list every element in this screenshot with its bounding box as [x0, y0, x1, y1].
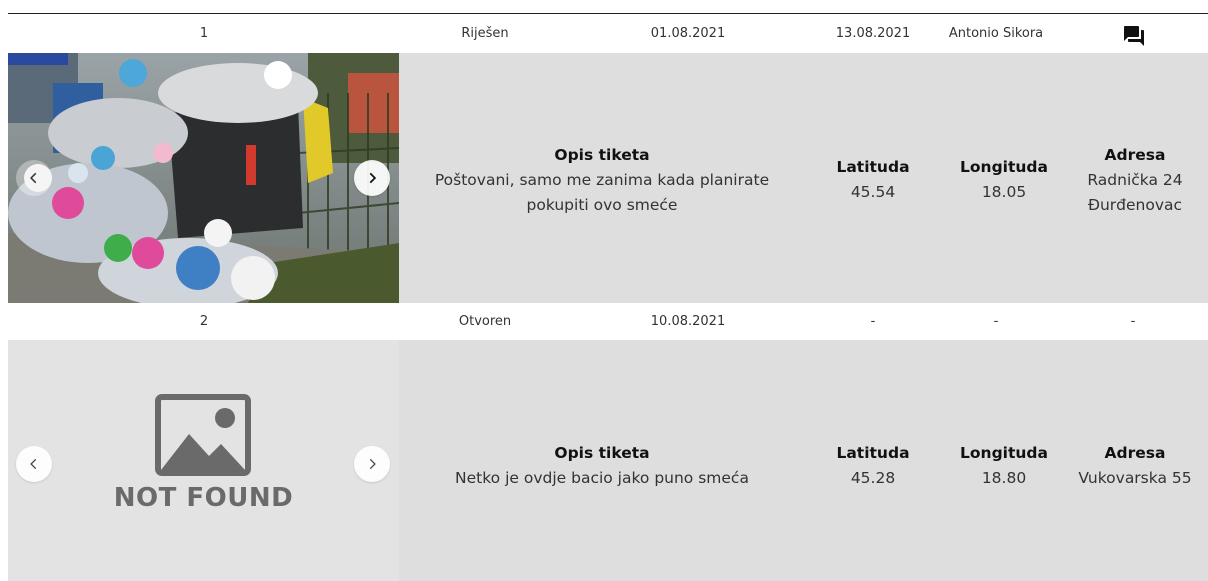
- longitude-section: Longituda 18.80: [944, 441, 1064, 491]
- image-carousel: [8, 53, 399, 303]
- description-text: Poštovani, samo me zanima kada planirate…: [434, 171, 770, 214]
- latitude-value: 45.28: [850, 469, 896, 487]
- latitude-value: 45.54: [850, 183, 896, 201]
- address-label: Adresa: [1104, 146, 1166, 164]
- address-line: Radnička 24: [1087, 171, 1183, 189]
- ticket-status: Otvoren: [458, 314, 512, 329]
- address-label: Adresa: [1104, 444, 1166, 462]
- longitude-label: Longituda: [960, 158, 1048, 176]
- chevron-right-icon: [369, 172, 377, 184]
- ticket-id: 1: [199, 26, 209, 41]
- carousel-prev-button[interactable]: [16, 160, 52, 196]
- description-label: Opis tiketa: [554, 444, 650, 462]
- chevron-left-icon: [30, 458, 37, 470]
- address-section: Adresa Vukovarska 55: [1075, 441, 1195, 491]
- image-placeholder-icon: [155, 394, 251, 476]
- ticket-assignee: Antonio Sikora: [948, 26, 1044, 41]
- latitude-section: Latituda 45.54: [823, 155, 923, 205]
- ticket-resolved-date: -: [870, 314, 876, 329]
- address-line: Vukovarska 55: [1078, 469, 1192, 487]
- chat-bubbles-icon[interactable]: [1122, 24, 1146, 48]
- ticket-detail: Opis tiketa Poštovani, samo me zanima ka…: [8, 53, 1208, 303]
- ticket-photo: [8, 53, 399, 303]
- chevron-left-icon: [30, 172, 37, 184]
- table-row[interactable]: 1 Riješen 01.08.2021 13.08.2021 Antonio …: [8, 14, 1208, 53]
- latitude-label: Latituda: [836, 158, 910, 176]
- description-label: Opis tiketa: [554, 146, 650, 164]
- latitude-label: Latituda: [836, 444, 910, 462]
- chevron-right-icon: [369, 458, 376, 470]
- carousel-prev-button[interactable]: [16, 446, 52, 482]
- image-carousel: NOT FOUND: [8, 340, 399, 581]
- ticket-status: Riješen: [461, 26, 509, 41]
- ticket-info-panel: Opis tiketa Netko je ovdje bacio jako pu…: [399, 340, 1208, 581]
- table-row[interactable]: 2 Otvoren 10.08.2021 - - -: [8, 303, 1208, 340]
- address-section: Adresa Radnička 24 Đurđenovac: [1075, 143, 1195, 218]
- description-section: Opis tiketa Netko je ovdje bacio jako pu…: [405, 441, 799, 491]
- carousel-next-button[interactable]: [354, 160, 390, 196]
- longitude-value: 18.05: [981, 183, 1027, 201]
- ticket-created-date: 01.08.2021: [650, 26, 726, 41]
- longitude-value: 18.80: [981, 469, 1027, 487]
- address-city: Đurđenovac: [1087, 196, 1183, 214]
- carousel-next-button[interactable]: [354, 446, 390, 482]
- ticket-detail: NOT FOUND Opis tiketa Netko je ovdje bac…: [8, 340, 1208, 581]
- longitude-label: Longituda: [960, 444, 1048, 462]
- description-text: Netko je ovdje bacio jako puno smeća: [455, 469, 749, 487]
- longitude-section: Longituda 18.05: [944, 155, 1064, 205]
- latitude-section: Latituda 45.28: [823, 441, 923, 491]
- ticket-info-panel: Opis tiketa Poštovani, samo me zanima ka…: [399, 53, 1208, 303]
- ticket-resolved-date: 13.08.2021: [835, 26, 911, 41]
- description-section: Opis tiketa Poštovani, samo me zanima ka…: [405, 143, 799, 218]
- ticket-action: -: [1130, 314, 1136, 329]
- ticket-assignee: -: [993, 314, 999, 329]
- not-found-text: NOT FOUND: [113, 483, 294, 513]
- ticket-id: 2: [199, 314, 209, 329]
- ticket-created-date: 10.08.2021: [650, 314, 726, 329]
